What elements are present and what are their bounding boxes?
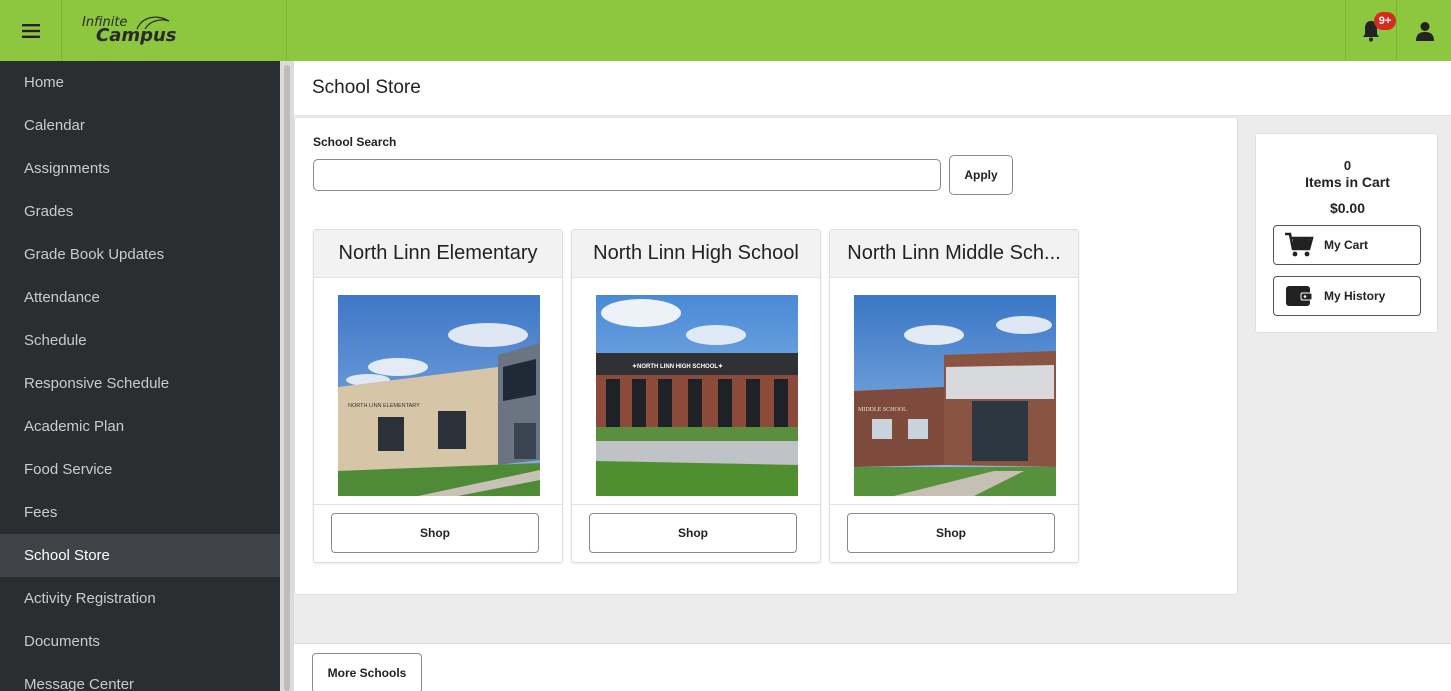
my-history-button[interactable]: My History: [1273, 276, 1421, 316]
shop-button[interactable]: Shop: [589, 513, 797, 553]
school-sign-text: NORTH LINN ELEMENTARY: [348, 403, 420, 409]
school-photo: NORTH LINN ELEMENTARY: [338, 295, 540, 496]
school-card-title: North Linn High School: [572, 230, 820, 278]
card-divider: [572, 504, 820, 505]
school-card: North Linn Elementary NORTH LINN ELEMENT…: [313, 229, 563, 563]
wallet-icon: [1274, 284, 1324, 308]
sidebar-item-activity-registration[interactable]: Activity Registration: [0, 577, 280, 620]
school-photo: MIDDLE SCHOOL: [854, 295, 1056, 496]
cart-total: $0.00: [1329, 200, 1366, 216]
footer-bar: More Schools: [294, 643, 1451, 691]
apply-button[interactable]: Apply: [949, 155, 1013, 195]
sidebar-scrollbar-thumb[interactable]: [284, 65, 290, 691]
card-divider: [830, 504, 1078, 505]
sidebar-item-responsive-schedule[interactable]: Responsive Schedule: [0, 362, 280, 405]
cart-icon: [1274, 232, 1324, 258]
store-panel: School Search Apply North Linn Elementar…: [294, 117, 1238, 595]
school-search-input[interactable]: [313, 159, 941, 191]
school-photo: ✦NORTH LINN HIGH SCHOOL✦: [596, 295, 798, 496]
infinite-campus-logo[interactable]: Infinite Campus: [61, 0, 287, 61]
sidebar-item-documents[interactable]: Documents: [0, 620, 280, 663]
my-history-label: My History: [1324, 289, 1386, 303]
my-cart-button[interactable]: My Cart: [1273, 225, 1421, 265]
user-menu-button[interactable]: [1398, 0, 1451, 61]
sidebar-item-school-store[interactable]: School Store: [0, 534, 280, 577]
sidebar-item-academic-plan[interactable]: Academic Plan: [0, 405, 280, 448]
notification-count-badge: 9+: [1374, 12, 1396, 30]
sidebar-item-grades[interactable]: Grades: [0, 190, 280, 233]
logo-swoosh-icon: [135, 16, 169, 29]
page-header: School Store: [294, 61, 1451, 116]
user-icon: [1415, 21, 1434, 41]
school-sign-text: MIDDLE SCHOOL: [858, 407, 907, 413]
more-schools-button[interactable]: More Schools: [312, 653, 422, 691]
sidebar-item-fees[interactable]: Fees: [0, 491, 280, 534]
cart-item-count: 0: [1343, 158, 1352, 173]
sidebar-item-calendar[interactable]: Calendar: [0, 104, 280, 147]
school-card: North Linn High School ✦NORTH LINN HIGH …: [571, 229, 821, 563]
sidebar-item-grade-book-updates[interactable]: Grade Book Updates: [0, 233, 280, 276]
hamburger-menu-button[interactable]: [0, 0, 61, 61]
cart-items-label: Items in Cart: [1305, 174, 1390, 190]
sidebar-item-food-service[interactable]: Food Service: [0, 448, 280, 491]
school-card: North Linn Middle Sch... MIDDLE SCHOOL S…: [829, 229, 1079, 563]
page-title: School Store: [312, 77, 421, 98]
sidebar-nav: Home Calendar Assignments Grades Grade B…: [0, 61, 280, 691]
shop-button[interactable]: Shop: [847, 513, 1055, 553]
school-search-label: School Search: [313, 135, 397, 149]
main-content: School Store School Search Apply North L…: [294, 61, 1451, 691]
shop-button[interactable]: Shop: [331, 513, 539, 553]
my-cart-label: My Cart: [1324, 238, 1369, 252]
sidebar-item-schedule[interactable]: Schedule: [0, 319, 280, 362]
hamburger-icon: [21, 23, 40, 38]
card-divider: [314, 504, 562, 505]
sidebar-item-attendance[interactable]: Attendance: [0, 276, 280, 319]
cart-panel: 0 Items in Cart $0.00 My Cart My History: [1255, 133, 1438, 333]
sidebar-item-assignments[interactable]: Assignments: [0, 147, 280, 190]
top-bar: Infinite Campus 9+: [0, 0, 1451, 61]
sidebar-item-home[interactable]: Home: [0, 61, 280, 104]
school-card-title: North Linn Middle Sch...: [830, 230, 1078, 278]
sidebar-scrollbar[interactable]: [280, 61, 294, 691]
sidebar-item-message-center[interactable]: Message Center: [0, 663, 280, 691]
notifications-button[interactable]: 9+: [1345, 0, 1397, 61]
school-card-title: North Linn Elementary: [314, 230, 562, 278]
school-sign-text: ✦NORTH LINN HIGH SCHOOL✦: [632, 363, 723, 370]
